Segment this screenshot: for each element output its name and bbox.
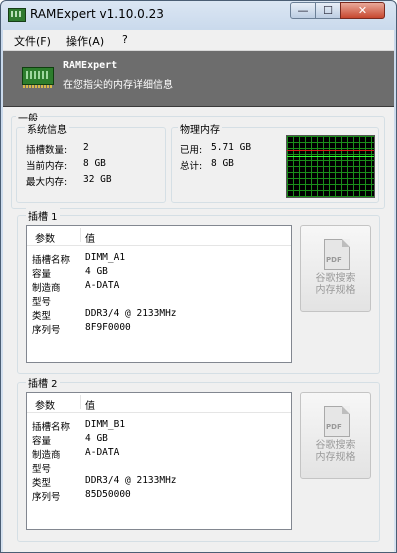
slot-count-label: 插槽数量: xyxy=(26,145,68,156)
slot-name-value: DIMM_B1 xyxy=(85,419,126,430)
used-memory-label: 已用: xyxy=(180,145,203,156)
menu-help[interactable]: ? xyxy=(122,33,128,46)
list-item[interactable]: 类型 DDR3/4 @ 2133MHz xyxy=(27,475,291,489)
pdf-icon: PDF xyxy=(324,406,350,437)
google-spec-label: 谷歌搜索 内存规格 xyxy=(301,440,370,464)
pdf-icon-text: PDF xyxy=(326,423,342,431)
total-memory-label: 总计: xyxy=(180,161,203,172)
serial-key: 序列号 xyxy=(32,492,61,503)
serial-value: 85D50000 xyxy=(85,489,131,500)
banner-subtitle: 在您指尖的内存详细信息 xyxy=(63,80,173,91)
banner-title: RAMExpert xyxy=(63,60,118,71)
manufacturer-key: 制造商 xyxy=(32,450,61,461)
slot2-list[interactable]: 参数 值 插槽名称 DIMM_B1 容量 4 GB 制造商 A-DATA 型号 类型 D… xyxy=(26,392,292,530)
total-memory-value: 8 GB xyxy=(211,158,234,169)
menu-action[interactable]: 操作(A) xyxy=(66,33,104,49)
slot-name-value: DIMM_A1 xyxy=(85,252,126,263)
app-window: RAMExpert v1.10.0.23 — ☐ ✕ 文件(F) 操作(A) ?… xyxy=(0,0,397,553)
column-separator xyxy=(80,395,81,409)
list-item[interactable]: 容量 4 GB xyxy=(27,266,291,280)
memory-spec-text: 内存规格 xyxy=(315,285,356,296)
close-button[interactable]: ✕ xyxy=(340,2,385,19)
column-value[interactable]: 值 xyxy=(85,397,95,412)
list-item[interactable]: 型号 xyxy=(27,294,291,308)
manufacturer-value: A-DATA xyxy=(85,280,120,291)
manufacturer-value: A-DATA xyxy=(85,447,120,458)
main-content: 一般 系统信息 插槽数量: 2 当前内存: 8 GB 最大内存: 32 GB 物… xyxy=(3,107,394,552)
ram-app-icon xyxy=(8,8,26,22)
column-param[interactable]: 参数 xyxy=(35,230,55,245)
capacity-value: 4 GB xyxy=(85,433,108,444)
type-value: DDR3/4 @ 2133MHz xyxy=(85,475,177,486)
column-param[interactable]: 参数 xyxy=(35,397,55,412)
ram-module-icon xyxy=(22,67,54,88)
slot1-list-header: 参数 值 xyxy=(27,226,291,246)
google-spec-label: 谷歌搜索 内存规格 xyxy=(301,273,370,297)
header-banner: RAMExpert 在您指尖的内存详细信息 xyxy=(3,51,394,107)
max-memory-label: 最大内存: xyxy=(26,177,68,188)
slot2-label: 插槽 2 xyxy=(26,375,60,390)
manufacturer-key: 制造商 xyxy=(32,283,61,294)
memory-trace-line xyxy=(287,156,374,157)
current-memory-label: 当前内存: xyxy=(26,161,68,172)
maximize-button[interactable]: ☐ xyxy=(315,2,341,19)
sysinfo-label: 系统信息 xyxy=(25,121,69,136)
slot-name-key: 插槽名称 xyxy=(32,422,71,433)
pdf-icon-text: PDF xyxy=(326,256,342,264)
list-item[interactable]: 型号 xyxy=(27,461,291,475)
capacity-value: 4 GB xyxy=(85,266,108,277)
column-value[interactable]: 值 xyxy=(85,230,95,245)
current-memory-value: 8 GB xyxy=(83,158,106,169)
menu-bar: 文件(F) 操作(A) ? xyxy=(3,30,394,51)
capacity-key: 容量 xyxy=(32,436,52,447)
pdf-icon: PDF xyxy=(324,239,350,270)
type-key: 类型 xyxy=(32,311,52,322)
memory-spec-text: 内存规格 xyxy=(315,452,356,463)
list-item[interactable]: 容量 4 GB xyxy=(27,433,291,447)
title-bar[interactable]: RAMExpert v1.10.0.23 — ☐ ✕ xyxy=(1,1,396,29)
google-search-text: 谷歌搜索 xyxy=(315,440,356,451)
capacity-key: 容量 xyxy=(32,269,52,280)
memory-usage-graph xyxy=(286,135,375,198)
slot-name-key: 插槽名称 xyxy=(32,255,71,266)
list-item[interactable]: 制造商 A-DATA xyxy=(27,447,291,461)
window-title: RAMExpert v1.10.0.23 xyxy=(30,7,164,21)
slot1-list[interactable]: 参数 值 插槽名称 DIMM_A1 容量 4 GB 制造商 A-DATA 型号 类型 D… xyxy=(26,225,292,363)
memory-used-line xyxy=(287,150,374,151)
used-memory-value: 5.71 GB xyxy=(211,142,252,153)
list-item[interactable]: 类型 DDR3/4 @ 2133MHz xyxy=(27,308,291,322)
serial-value: 8F9F0000 xyxy=(85,322,131,333)
list-item[interactable]: 制造商 A-DATA xyxy=(27,280,291,294)
slot-count-value: 2 xyxy=(83,142,89,153)
slot1-label: 插槽 1 xyxy=(26,208,60,223)
list-item[interactable]: 序列号 85D50000 xyxy=(27,489,291,503)
list-item[interactable]: 插槽名称 DIMM_A1 xyxy=(27,252,291,266)
column-separator xyxy=(80,228,81,242)
google-search-text: 谷歌搜索 xyxy=(315,273,356,284)
serial-key: 序列号 xyxy=(32,325,61,336)
list-item[interactable]: 插槽名称 DIMM_B1 xyxy=(27,419,291,433)
model-key: 型号 xyxy=(32,297,52,308)
physmem-label: 物理内存 xyxy=(178,121,222,136)
slot1-google-spec-button[interactable]: PDF 谷歌搜索 内存规格 xyxy=(300,225,371,312)
minimize-button[interactable]: — xyxy=(290,2,316,19)
slot2-google-spec-button[interactable]: PDF 谷歌搜索 内存规格 xyxy=(300,392,371,479)
model-key: 型号 xyxy=(32,464,52,475)
type-key: 类型 xyxy=(32,478,52,489)
type-value: DDR3/4 @ 2133MHz xyxy=(85,308,177,319)
menu-file[interactable]: 文件(F) xyxy=(14,33,51,49)
max-memory-value: 32 GB xyxy=(83,174,112,185)
slot2-list-header: 参数 值 xyxy=(27,393,291,413)
list-item[interactable]: 序列号 8F9F0000 xyxy=(27,322,291,336)
